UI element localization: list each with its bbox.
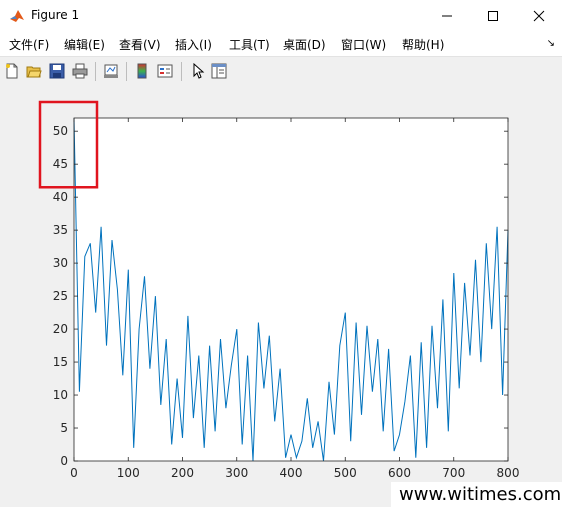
x-tick-label: 700 (442, 466, 465, 480)
maximize-button[interactable] (470, 0, 516, 31)
minimize-icon (442, 15, 452, 16)
y-tick-label: 20 (53, 322, 68, 336)
open-file-icon[interactable] (26, 63, 42, 79)
y-tick-label: 35 (53, 223, 68, 237)
menu-help[interactable]: 帮助(H) (402, 36, 444, 53)
y-tick-label: 10 (53, 388, 68, 402)
x-tick-label: 300 (225, 466, 248, 480)
edit-plot-arrow-icon[interactable] (190, 63, 206, 79)
maximize-icon (488, 10, 498, 21)
menu-edit[interactable]: 编辑(E) (64, 36, 105, 53)
watermark-text: www.witimes.com (391, 482, 562, 507)
y-tick-label: 0 (60, 454, 68, 468)
x-tick-label: 500 (334, 466, 357, 480)
line-plot[interactable]: 0 100 200 300 400 500 600 700 800 0 5 10 15 20 25 30 35 4… (0, 86, 562, 507)
toolbar-separator (181, 62, 182, 81)
axes-background (74, 118, 508, 461)
x-tick-label: 400 (280, 466, 303, 480)
matlab-logo-icon (9, 8, 25, 24)
minimize-button[interactable] (424, 0, 470, 31)
new-figure-icon[interactable] (4, 63, 20, 79)
menu-file[interactable]: 文件(F) (9, 36, 49, 53)
insert-legend-icon[interactable] (157, 63, 173, 79)
y-tick-label: 5 (60, 421, 68, 435)
x-tick-label: 800 (497, 466, 520, 480)
title-bar: Figure 1 (0, 0, 562, 32)
y-tick-label: 30 (53, 256, 68, 270)
menu-overflow-icon[interactable]: ↘ (547, 38, 555, 49)
x-tick-label: 0 (70, 466, 78, 480)
window-title: Figure 1 (31, 8, 80, 22)
toolbar-separator (95, 62, 96, 81)
close-button[interactable] (516, 0, 562, 31)
link-plot-icon[interactable] (103, 63, 119, 79)
property-inspector-icon[interactable] (211, 63, 227, 79)
y-tick-label: 45 (53, 157, 68, 171)
menu-view[interactable]: 查看(V) (119, 36, 161, 53)
save-icon[interactable] (49, 63, 65, 79)
close-icon (533, 10, 545, 21)
x-tick-label: 200 (171, 466, 194, 480)
menu-insert[interactable]: 插入(I) (175, 36, 212, 53)
figure-canvas: 0 100 200 300 400 500 600 700 800 0 5 10 15 20 25 30 35 4… (0, 86, 562, 507)
print-icon[interactable] (72, 63, 88, 79)
x-tick-label: 600 (388, 466, 411, 480)
y-tick-label: 50 (53, 124, 68, 138)
menu-window[interactable]: 窗口(W) (341, 36, 386, 53)
y-tick-label: 40 (53, 190, 68, 204)
y-tick-label: 25 (53, 289, 68, 303)
insert-colorbar-icon[interactable] (134, 63, 150, 79)
menu-tools[interactable]: 工具(T) (229, 36, 270, 53)
figure-toolbar (0, 56, 562, 87)
menu-bar: 文件(F) 编辑(E) 查看(V) 插入(I) 工具(T) 桌面(D) 窗口(W… (0, 32, 562, 56)
toolbar-separator (126, 62, 127, 81)
menu-desktop[interactable]: 桌面(D) (283, 36, 326, 53)
y-tick-label: 15 (53, 355, 68, 369)
x-tick-label: 100 (117, 466, 140, 480)
